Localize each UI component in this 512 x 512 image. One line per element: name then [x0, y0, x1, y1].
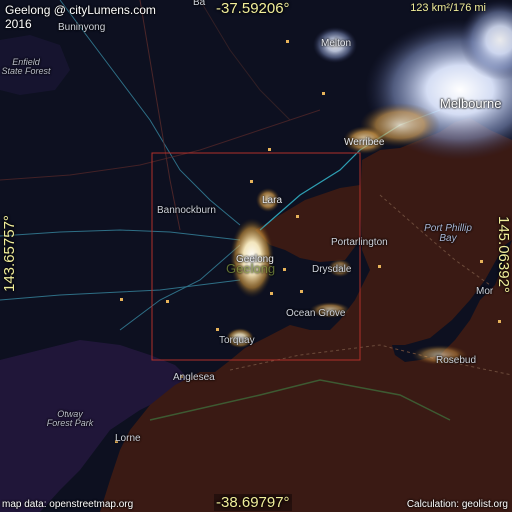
place-lara: Lara — [262, 195, 283, 206]
place-port-phillip-bay: Port Phillip Bay — [424, 223, 472, 244]
map-canvas[interactable]: Geelong @ cityLumens.com 2016 -37.59206°… — [0, 0, 512, 512]
top-latitude: -37.59206° — [216, 0, 290, 17]
left-longitude: 143.65757° — [1, 215, 18, 292]
place-buninyong: Buninyong — [58, 22, 106, 33]
place-torquay: Torquay — [219, 335, 255, 346]
place-geelong-highlight: Geelong — [226, 261, 276, 276]
map-data-credit[interactable]: map data: openstreetmap.org — [2, 499, 133, 510]
place-bannockburn: Bannockburn — [157, 205, 216, 216]
place-otway-forest-park: Otway Forest Park — [46, 409, 94, 428]
place-melbourne: Melbourne — [440, 96, 502, 111]
place-ballarat: Ba — [193, 0, 206, 8]
map-title: Geelong @ cityLumens.com — [5, 3, 156, 17]
place-lorne: Lorne — [115, 433, 141, 444]
place-mornington: Mor — [476, 286, 494, 297]
place-melton: Melton — [321, 38, 352, 49]
place-anglesea: Anglesea — [173, 372, 215, 383]
place-werribee: Werribee — [344, 137, 385, 148]
place-enfield-state-forest: Enfield State Forest — [1, 57, 51, 76]
area-scale: 123 km²/176 mi — [410, 2, 486, 14]
place-rosebud: Rosebud — [436, 355, 477, 366]
calculation-credit[interactable]: Calculation: geolist.org — [407, 499, 508, 510]
map-year: 2016 — [5, 17, 32, 31]
place-portarlington: Portarlington — [331, 237, 388, 248]
bottom-latitude: -38.69797° — [214, 494, 292, 511]
place-ocean-grove: Ocean Grove — [286, 308, 346, 319]
right-longitude: 145.06392° — [495, 216, 512, 293]
place-drysdale: Drysdale — [312, 264, 352, 275]
